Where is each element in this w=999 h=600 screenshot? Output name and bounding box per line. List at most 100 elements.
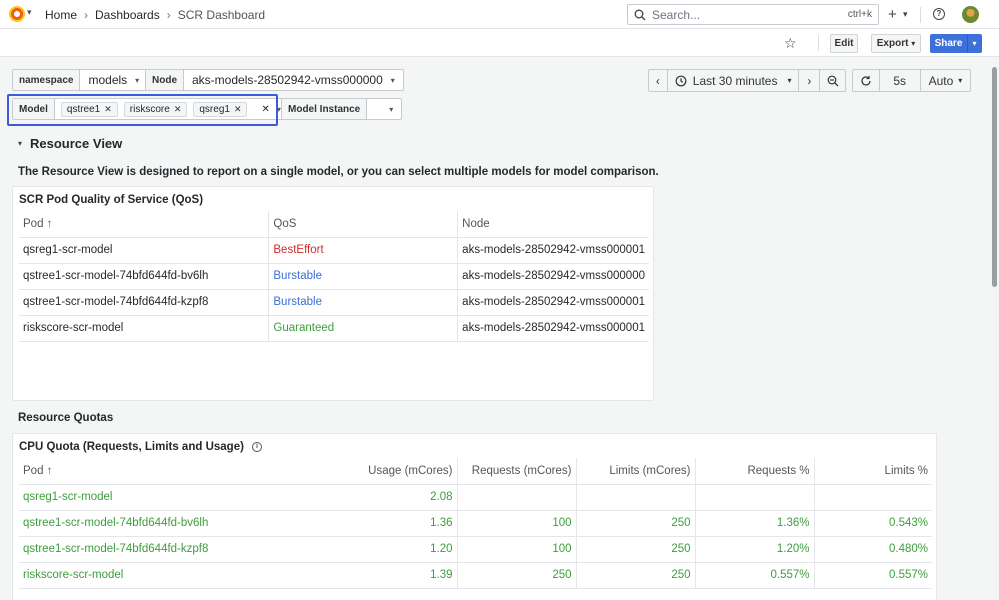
top-bar: ▾ Home › Dashboards › SCR Dashboard Sear… <box>0 0 999 29</box>
requests-pct-cell: 1.36% <box>694 510 814 537</box>
column-label: Pod <box>23 217 44 230</box>
column-header-node[interactable]: Node <box>457 211 649 238</box>
column-header-pod[interactable]: Pod ↑ <box>19 458 339 485</box>
usage-cell: 1.39 <box>339 562 457 589</box>
add-icon[interactable]: + <box>888 6 897 23</box>
table-row: qstree1-scr-model-74bfd644fd-bv6lh 1.36 10… <box>19 510 932 537</box>
column-header-requests[interactable]: Requests (mCores) <box>456 458 576 485</box>
column-label: Pod <box>23 464 44 477</box>
info-icon[interactable]: i <box>251 442 262 452</box>
divider <box>818 35 819 51</box>
namespace-label: namespace <box>13 70 81 90</box>
chevron-down-icon: ▾ <box>911 39 916 48</box>
table-row: riskscore-scr-model Guaranteed aks-models-… <box>19 315 649 342</box>
panel-title: CPU Quota (Requests, Limits and Usage) <box>19 441 244 453</box>
limits-pct-cell <box>813 484 932 511</box>
node-cell: aks-models-28502942-vmss000001 <box>457 315 649 342</box>
limits-pct-cell: 0.480% <box>813 536 932 563</box>
cpu-quota-table: Pod ↑ Usage (mCores) Requests (mCores) L… <box>19 458 932 589</box>
breadcrumb-home[interactable]: Home <box>45 8 77 22</box>
zoom-out-button[interactable] <box>820 70 845 91</box>
chevron-down-icon: ▾ <box>958 76 963 85</box>
chevron-down-icon[interactable]: ▾ <box>903 9 908 20</box>
node-variable[interactable]: Node aks-models-28502942-vmss000000 ▾ <box>145 69 404 91</box>
export-label: Export <box>876 38 909 49</box>
table-row: qstree1-scr-model-74bfd644fd-kzpf8 Bursta… <box>19 289 649 316</box>
pod-cell: riskscore-scr-model <box>19 315 269 342</box>
pod-link[interactable]: riskscore-scr-model <box>19 562 339 589</box>
search-shortcut: ctrl+k <box>847 9 872 20</box>
scrollbar-thumb[interactable] <box>992 67 997 287</box>
share-options-button[interactable]: ▾ <box>967 34 982 53</box>
column-header-limits-pct[interactable]: Limits % <box>813 458 932 485</box>
star-icon[interactable]: ☆ <box>784 35 797 52</box>
share-button[interactable]: Share <box>930 34 967 53</box>
usage-cell: 1.20 <box>339 536 457 563</box>
chevron-down-icon: ▾ <box>390 75 395 85</box>
limits-pct-cell: 0.557% <box>813 562 932 589</box>
divider <box>920 7 921 23</box>
time-range-label: Last 30 minutes <box>692 73 778 88</box>
search-placeholder: Search... <box>652 7 701 22</box>
pod-link[interactable]: qstree1-scr-model-74bfd644fd-bv6lh <box>19 510 339 537</box>
usage-cell: 1.36 <box>339 510 457 537</box>
node-cell: aks-models-28502942-vmss000001 <box>457 237 649 264</box>
chevron-right-icon: › <box>166 8 171 22</box>
column-header-requests-pct[interactable]: Requests % <box>694 458 814 485</box>
column-header-qos[interactable]: QoS <box>268 211 458 238</box>
requests-cell: 100 <box>456 536 576 563</box>
requests-cell: 250 <box>456 562 576 589</box>
grafana-logo-icon[interactable] <box>9 6 25 22</box>
avatar[interactable] <box>962 6 979 23</box>
breadcrumb-current: SCR Dashboard <box>177 8 266 22</box>
breadcrumb-dashboards[interactable]: Dashboards <box>95 8 160 22</box>
column-header-pod[interactable]: Pod ↑ <box>19 211 269 238</box>
requests-pct-cell: 1.20% <box>694 536 814 563</box>
node-label: Node <box>146 70 184 90</box>
time-range-picker[interactable]: Last 30 minutes ▾ <box>668 70 800 91</box>
refresh-button[interactable] <box>853 70 880 91</box>
time-forward-button[interactable]: › <box>799 70 821 91</box>
export-button[interactable]: Export ▾ <box>871 34 921 53</box>
help-icon[interactable]: ? <box>933 8 945 20</box>
node-cell: aks-models-28502942-vmss000001 <box>457 289 649 316</box>
time-back-button[interactable]: ‹ <box>649 70 668 91</box>
pod-link[interactable]: qstree1-scr-model-74bfd644fd-kzpf8 <box>19 536 339 563</box>
time-picker-group: ‹ Last 30 minutes ▾ › <box>648 69 846 92</box>
model-instance-variable[interactable]: Model Instance ▾ <box>281 98 403 120</box>
limits-pct-cell: 0.543% <box>813 510 932 537</box>
sort-ascending-icon: ↑ <box>46 464 53 477</box>
refresh-icon <box>861 75 871 86</box>
column-header-usage[interactable]: Usage (mCores) <box>339 458 457 485</box>
qos-cell: Burstable <box>268 289 458 316</box>
scrollbar[interactable] <box>990 57 999 600</box>
requests-pct-cell: 0.557% <box>694 562 814 589</box>
search-input[interactable]: Search... ctrl+k <box>627 4 879 25</box>
limits-cell <box>575 484 695 511</box>
row-header-resource-view[interactable]: ▾ Resource View <box>18 136 122 151</box>
node-value: aks-models-28502942-vmss000000 <box>192 73 383 87</box>
chevron-down-icon[interactable]: ▾ <box>27 7 32 18</box>
limits-cell: 250 <box>575 562 695 589</box>
panel-title: SCR Pod Quality of Service (QoS) <box>19 194 204 206</box>
edit-button[interactable]: Edit <box>830 34 858 53</box>
column-header-limits[interactable]: Limits (mCores) <box>575 458 695 485</box>
namespace-variable[interactable]: namespace models ▾ <box>12 69 149 91</box>
requests-pct-cell <box>694 484 814 511</box>
requests-cell: 100 <box>456 510 576 537</box>
chevron-down-icon: ▾ <box>787 76 792 85</box>
cpu-quota-panel: CPU Quota (Requests, Limits and Usage) i… <box>12 433 937 600</box>
table-row: qsreg1-scr-model 2.08 <box>19 484 932 511</box>
qos-panel: SCR Pod Quality of Service (QoS) Pod ↑ Q… <box>12 186 654 401</box>
auto-refresh-dropdown[interactable]: Auto ▾ <box>921 70 970 91</box>
chevron-right-icon: › <box>84 8 89 22</box>
namespace-value: models <box>88 73 128 87</box>
refresh-interval[interactable]: 5s <box>880 70 921 91</box>
search-icon <box>634 9 646 20</box>
row-title: Resource View <box>30 136 123 151</box>
table-row: qstree1-scr-model-74bfd644fd-bv6lh Bursta… <box>19 263 649 290</box>
pod-link[interactable]: qsreg1-scr-model <box>19 484 339 511</box>
zoom-out-icon <box>827 75 839 86</box>
row-description: The Resource View is designed to report … <box>18 166 659 178</box>
table-row: qstree1-scr-model-74bfd644fd-kzpf8 1.20 10… <box>19 536 932 563</box>
